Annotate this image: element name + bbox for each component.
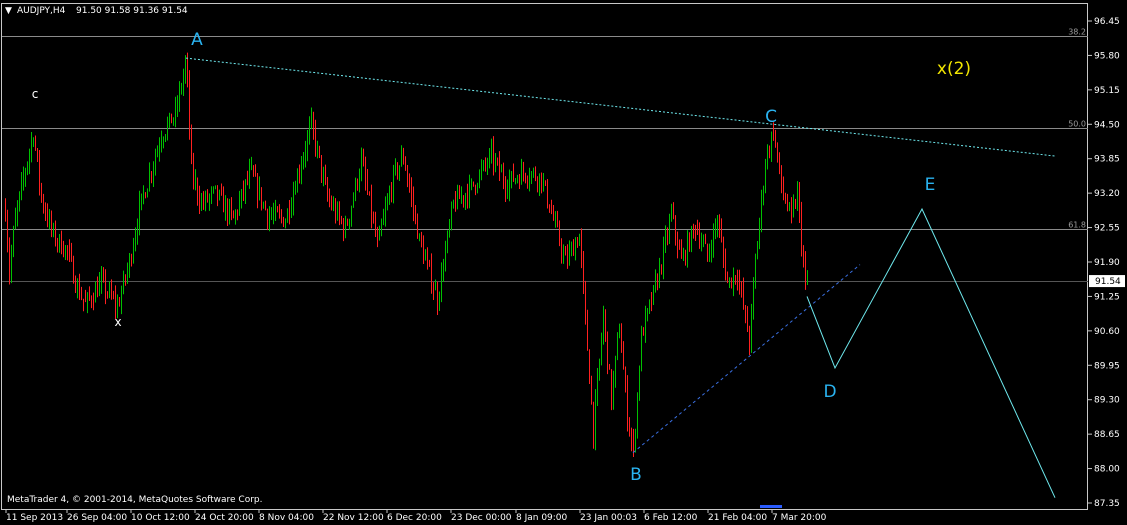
wave-label-c: C	[765, 107, 777, 127]
wave-label-x2: x(2)	[937, 59, 971, 79]
time-tick-label: 6 Dec 20:00	[387, 513, 442, 523]
time-tick-label: 6 Feb 12:00	[644, 513, 698, 523]
copyright-text: MetaTrader 4, © 2001-2014, MetaQuotes So…	[7, 495, 263, 505]
fib-level-label: 38.2	[1068, 28, 1086, 37]
time-tick-label: 8 Nov 04:00	[259, 513, 314, 523]
time-tick-label: 11 Sep 2013	[6, 513, 63, 523]
fib-level-label: 50.0	[1068, 120, 1086, 129]
price-tick-label: 92.55	[1094, 224, 1120, 234]
ohlc-label: 91.50 91.58 91.36 91.54	[76, 6, 188, 16]
time-tick-label: 21 Feb 04:00	[708, 513, 767, 523]
wave-label-b: B	[630, 465, 642, 485]
chart-canvas[interactable]: 38.2 50.0 61.8 A C B D Ex(2) c x 96.45 95.80 95.15…	[0, 0, 1127, 525]
price-tick-label: 88.65	[1094, 430, 1120, 440]
price-tick-label: 94.50	[1094, 120, 1120, 130]
time-tick-label: 8 Jan 09:00	[516, 513, 568, 523]
time-tick-label: 23 Jan 00:03	[580, 513, 637, 523]
price-tick-label: 95.15	[1094, 86, 1120, 96]
price-tick-label: 95.80	[1094, 51, 1120, 61]
price-tick-label: 93.20	[1094, 189, 1120, 199]
wave-label-d: D	[823, 382, 836, 402]
price-tick-label: 91.90	[1094, 258, 1120, 268]
time-tick-label: 7 Mar 20:00	[772, 513, 827, 523]
fib-level-label: 61.8	[1068, 221, 1086, 230]
symbol-label: AUDJPY,H4	[17, 6, 66, 16]
wave-label-e: E	[925, 175, 936, 195]
price-tick-label: 91.25	[1094, 292, 1120, 302]
time-tick-label: 24 Oct 20:00	[195, 513, 254, 523]
time-tick-label: 26 Sep 04:00	[67, 513, 127, 523]
price-tick-label: 89.95	[1094, 361, 1120, 371]
chart-menu-arrow[interactable]: ▼	[5, 6, 12, 16]
price-axis: 96.45 95.80 95.15 94.50 93.85 93.20 92.55 91.90…	[1088, 17, 1125, 509]
price-tick-label: 87.35	[1094, 499, 1120, 509]
price-tick-label: 96.45	[1094, 17, 1120, 27]
price-tick-label: 93.85	[1094, 155, 1120, 165]
price-tick-label: 90.60	[1094, 327, 1120, 337]
time-tick-label: 10 Oct 12:00	[131, 513, 190, 523]
price-tick-label: 88.00	[1094, 465, 1120, 475]
wave-label-a: A	[191, 30, 203, 50]
wave-label-c: c	[32, 87, 39, 101]
time-tick-label: 23 Dec 00:00	[451, 513, 512, 523]
price-tick-label: 89.30	[1094, 396, 1120, 406]
period-marker	[760, 505, 782, 508]
wave-label-x: x	[114, 315, 121, 329]
current-price-label: 91.54	[1095, 277, 1121, 287]
time-tick-label: 22 Nov 12:00	[323, 513, 384, 523]
